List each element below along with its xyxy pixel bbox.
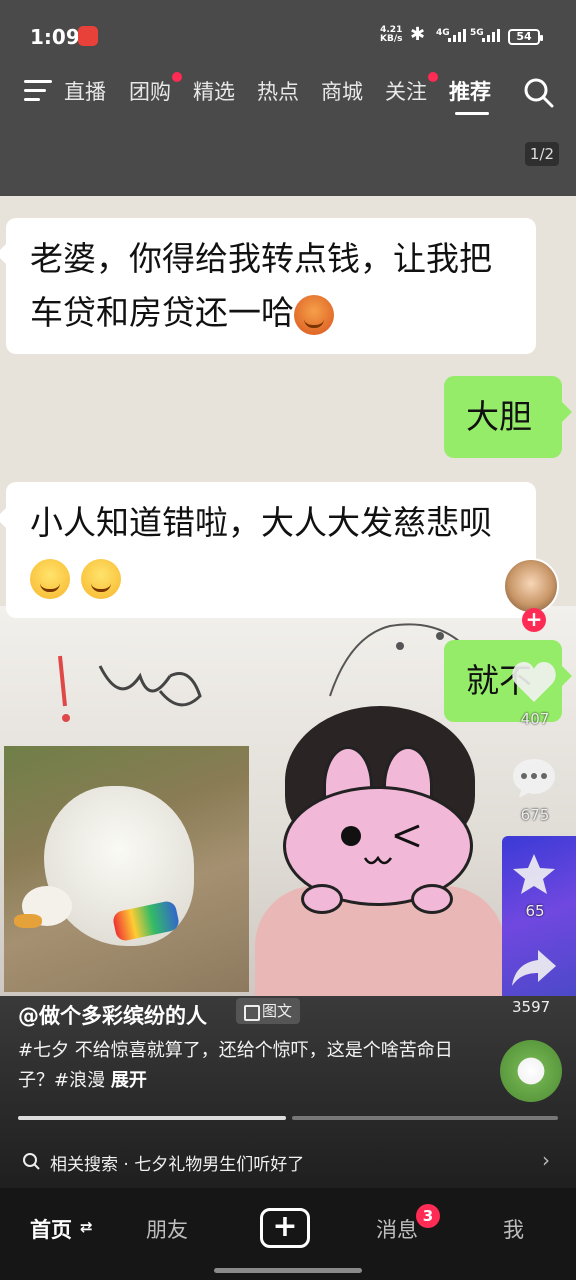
favorite-count: 65 — [525, 902, 545, 920]
goose-beak — [14, 914, 42, 928]
shy-emoji-icon — [30, 558, 70, 599]
shy-emoji-icon — [80, 558, 121, 599]
bunny-wink — [394, 824, 420, 848]
child-photo — [255, 706, 515, 996]
search-icon[interactable] — [522, 76, 554, 108]
author-avatar[interactable] — [503, 558, 559, 614]
related-search-icon — [23, 1153, 40, 1170]
add-post-button[interactable]: + — [260, 1208, 310, 1248]
network-speed-unit: KB/s — [380, 34, 403, 44]
messages-badge: 3 — [416, 1204, 440, 1228]
battery-level: 54 — [516, 30, 532, 43]
image-text-tag: 图文 — [236, 998, 301, 1024]
comment-count: 675 — [520, 806, 550, 824]
angry-emoji-icon — [294, 294, 334, 335]
music-disc-icon[interactable] — [500, 1040, 562, 1102]
chat-bubble-outgoing-1: 大胆 — [444, 376, 572, 458]
bunny-paw — [411, 884, 453, 914]
nav-home[interactable]: 首页 — [30, 1214, 72, 1244]
caption-text[interactable]: #七夕 不给惊喜就算了，还给个惊吓，这是个啥苦命日子？#浪漫 展开 — [18, 1036, 458, 1096]
comment-icon[interactable] — [510, 756, 558, 800]
bunny-sticker — [283, 746, 473, 916]
image-progress-1 — [18, 1116, 286, 1120]
status-time: 1:09 — [30, 25, 80, 49]
menu-icon[interactable] — [24, 80, 54, 102]
bunny-mouth — [363, 855, 393, 865]
nav-me[interactable]: 我 — [503, 1214, 524, 1244]
share-arrow-icon[interactable] — [510, 946, 558, 990]
refresh-switch-icon[interactable]: ⇄ — [80, 1218, 93, 1236]
status-bar: 1:09 4.21 KB/s ✱ 4G 5G 54 — [0, 0, 576, 72]
chat-bubble-incoming-1: 老婆，你得给我转点钱，让我把车贷和房贷还一哈 — [0, 218, 536, 354]
related-search-link[interactable]: 相关搜索 · 七夕礼物男生们听好了 — [50, 1150, 304, 1175]
expand-button[interactable]: 展开 — [111, 1070, 147, 1091]
nav-friends[interactable]: 朋友 — [146, 1214, 188, 1244]
notification-app-icon — [78, 26, 98, 46]
follow-plus-icon[interactable]: + — [522, 608, 546, 632]
top-nav: 直播 团购 精选 热点 商城 关注 推荐 1/2 — [0, 72, 576, 196]
tab-hot[interactable]: 热点 — [257, 76, 299, 106]
image-progress-2 — [292, 1116, 558, 1120]
favorite-star-icon[interactable] — [510, 852, 558, 896]
signal-4g-bars-icon — [448, 28, 466, 42]
post-image[interactable]: 老婆，你得给我转点钱，让我把车贷和房贷还一哈 大胆 小人知道错啦，大人大发慈悲呗… — [0, 196, 576, 996]
bottom-nav: 首页 ⇄ 朋友 + 消息 3 我 — [0, 1188, 576, 1280]
bluetooth-icon: ✱ — [410, 24, 426, 45]
tab-live[interactable]: 直播 — [64, 76, 106, 106]
nav-messages[interactable]: 消息 — [376, 1214, 418, 1244]
home-indicator[interactable] — [214, 1268, 362, 1273]
wall-doodles — [58, 655, 202, 722]
share-count: 3597 — [512, 998, 551, 1016]
like-count: 407 — [520, 710, 550, 728]
chat-message-2: 大胆 — [466, 397, 532, 436]
tab-recommend[interactable]: 推荐 — [449, 76, 491, 106]
battery-icon: 54 — [508, 29, 543, 45]
author-name[interactable]: @做个多彩缤纷的人 — [18, 1000, 207, 1030]
tab-following[interactable]: 关注 — [385, 76, 427, 106]
like-heart-icon[interactable] — [510, 660, 558, 704]
tab-mall[interactable]: 商城 — [321, 76, 363, 106]
tab-group-buy-dot — [172, 72, 182, 82]
tab-following-dot — [428, 72, 438, 82]
active-tab-underline — [455, 112, 489, 115]
signal-5g-bars-icon — [482, 28, 500, 42]
caption-body: #七夕 不给惊喜就算了，还给个惊吓，这是个啥苦命日子？#浪漫 — [18, 1040, 453, 1091]
chat-message-1: 老婆，你得给我转点钱，让我把车贷和房贷还一哈 — [30, 239, 492, 332]
bunny-eye — [341, 826, 361, 846]
goose-photo — [4, 746, 249, 992]
tab-featured[interactable]: 精选 — [193, 76, 235, 106]
caption-area: @做个多彩缤纷的人 图文 3597 #七夕 不给惊喜就算了，还给个惊吓，这是个啥… — [0, 996, 576, 1188]
network-speed: 4.21 KB/s — [380, 26, 402, 44]
bunny-paw — [301, 884, 343, 914]
tab-group-buy[interactable]: 团购 — [129, 76, 171, 106]
page-indicator: 1/2 — [525, 142, 559, 166]
chevron-right-icon[interactable]: › — [542, 1148, 550, 1172]
chat-message-3: 小人知道错啦，大人大发慈悲呗 — [30, 503, 492, 542]
chat-bubble-incoming-2: 小人知道错啦，大人大发慈悲呗 — [0, 482, 536, 618]
